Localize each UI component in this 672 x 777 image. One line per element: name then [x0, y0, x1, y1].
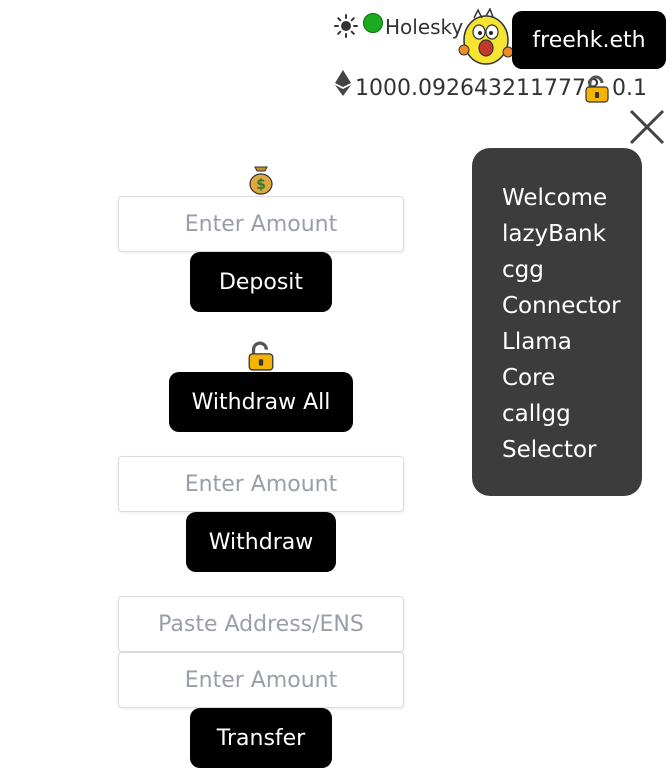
network-status-dot: [363, 13, 383, 33]
menu-item-callgg[interactable]: callgg: [502, 396, 621, 432]
menu-item-welcome[interactable]: Welcome: [502, 180, 621, 216]
app-page: Holesky freehk.eth 1000.0926432117778 0.…: [0, 0, 672, 777]
withdraw-button[interactable]: Withdraw: [186, 512, 336, 572]
sun-icon[interactable]: [334, 14, 358, 38]
transfer-amount-input[interactable]: [118, 652, 404, 708]
withdraw-amount-input[interactable]: [118, 456, 404, 512]
navigation-menu: Welcome lazyBank cgg Connector Llama Cor…: [472, 148, 642, 496]
account-button[interactable]: freehk.eth: [512, 11, 666, 69]
transfer-address-input[interactable]: [118, 596, 404, 652]
money-bag-icon: $: [249, 166, 273, 195]
close-icon[interactable]: [628, 108, 666, 146]
menu-item-llama[interactable]: Llama: [502, 324, 621, 360]
menu-list: Welcome lazyBank cgg Connector Llama Cor…: [502, 180, 621, 468]
menu-item-lazybank[interactable]: lazyBank: [502, 216, 621, 252]
lock-icon: [585, 75, 609, 103]
lock-icon: [248, 341, 274, 371]
menu-item-connector[interactable]: Connector: [502, 288, 621, 324]
svg-text:$: $: [256, 177, 266, 193]
menu-item-core[interactable]: Core: [502, 360, 621, 396]
deposit-button[interactable]: Deposit: [190, 252, 332, 312]
transfer-button[interactable]: Transfer: [190, 708, 332, 768]
menu-item-cgg[interactable]: cgg: [502, 252, 621, 288]
deposit-amount-input[interactable]: [118, 196, 404, 252]
network-label: Holesky: [385, 15, 464, 39]
eth-icon: [335, 70, 351, 96]
withdraw-all-button[interactable]: Withdraw All: [169, 372, 353, 432]
avatar[interactable]: [456, 8, 514, 68]
menu-item-selector[interactable]: Selector: [502, 432, 621, 468]
eth-balance: 1000.0926432117778: [355, 76, 600, 101]
locked-balance: 0.1: [612, 76, 647, 101]
